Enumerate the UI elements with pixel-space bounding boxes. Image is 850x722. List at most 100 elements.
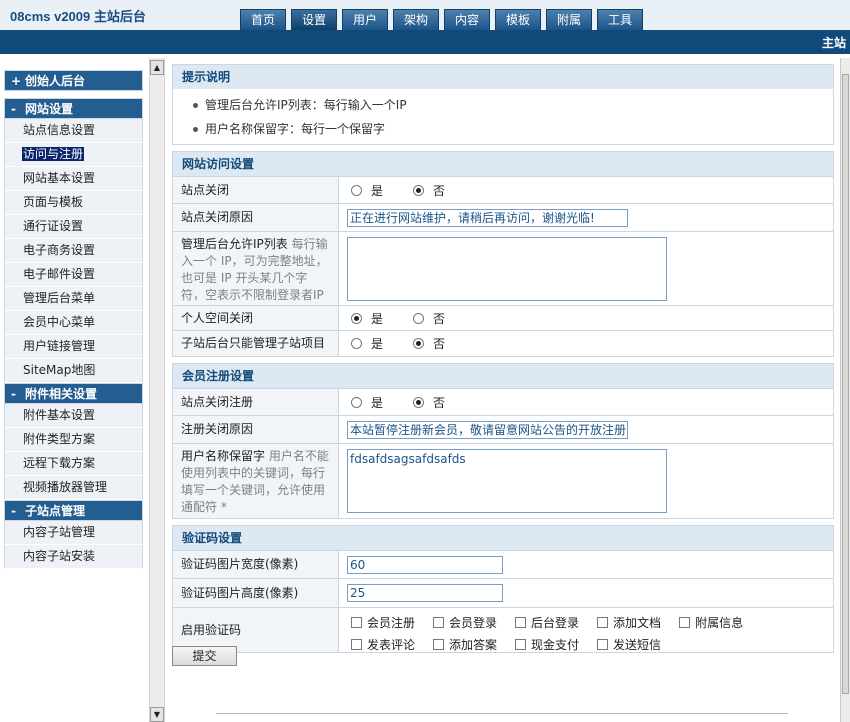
sidebar-item-basic-settings[interactable]: 网站基本设置 [4, 167, 143, 191]
checkbox-label: 发表评论 [367, 637, 416, 652]
sidebar-item-passport[interactable]: 通行证设置 [4, 215, 143, 239]
scrollbar-thumb[interactable] [842, 74, 849, 694]
group-title: 附件相关设置 [25, 387, 98, 401]
sidebar-item-label: 远程下载方案 [23, 456, 96, 470]
captcha-add-document-checkbox[interactable]: 添加文档 [593, 611, 661, 633]
submit-button[interactable]: 提交 [172, 646, 237, 666]
checkbox-label: 后台登录 [531, 615, 580, 630]
captcha-options: 会员注册 会员登录 后台登录 添加文档 附属信息 发表评论 添加答案 现金支付 … [347, 608, 827, 655]
radio-label: 是 [371, 395, 384, 410]
sidebar-item-label: 通行证设置 [23, 219, 84, 233]
captcha-member-login-checkbox[interactable]: 会员登录 [429, 611, 497, 633]
scroll-up-icon[interactable]: ▲ [150, 60, 164, 75]
sidebar-group-attachments[interactable]: - 附件相关设置 [4, 383, 143, 404]
radio-checked-icon [413, 338, 425, 349]
sidebar-item-label: 访问与注册 [22, 147, 85, 161]
sidebar-item-subsite-manage[interactable]: 内容子站管理 [4, 521, 143, 545]
captcha-height-input[interactable]: 25 [347, 584, 503, 602]
radio-checked-icon [351, 312, 362, 324]
reg-closed-yes-radio[interactable]: 是 [351, 394, 383, 411]
expand-icon: + [11, 74, 22, 88]
reserved-words-textarea[interactable]: fdsafdsagsafdsafds [347, 449, 667, 513]
tab-home[interactable]: 首页 [240, 9, 286, 30]
reg-reason-row: 注册关闭原因 本站暂停注册新会员，敬请留意网站公告的开放注册 [173, 415, 833, 443]
top-header: 08cms v2009 主站后台 首页 设置 用户 架构 内容 模板 附属 工具 [0, 0, 850, 30]
reg-closed-no-radio[interactable]: 否 [413, 394, 445, 411]
tab-templates[interactable]: 模板 [495, 9, 541, 30]
sidebar-item-remote-download[interactable]: 远程下载方案 [4, 452, 143, 476]
sidebar-item-ecommerce[interactable]: 电子商务设置 [4, 239, 143, 263]
tab-content[interactable]: 内容 [444, 9, 490, 30]
sidebar-item-access-register[interactable]: 访问与注册 [4, 143, 143, 167]
sidebar-item-email[interactable]: 电子邮件设置 [4, 263, 143, 287]
radio-label: 是 [371, 183, 384, 198]
sidebar-item-admin-menu[interactable]: 管理后台菜单 [4, 287, 143, 311]
checkbox-icon [597, 638, 609, 650]
field-label: 验证码图片高度(像素) [173, 579, 339, 607]
tips-list: 管理后台允许IP列表：每行输入一个IP 用户名称保留字：每行一个保留字 [173, 89, 833, 144]
sidebar-item-member-menu[interactable]: 会员中心菜单 [4, 311, 143, 335]
tab-attachments[interactable]: 附属 [546, 9, 592, 30]
ip-list-textarea[interactable] [347, 237, 667, 301]
sidebar-item-user-links[interactable]: 用户链接管理 [4, 335, 143, 359]
sidebar-item-pages-templates[interactable]: 页面与模板 [4, 191, 143, 215]
tab-tools[interactable]: 工具 [597, 9, 643, 30]
captcha-add-answer-checkbox[interactable]: 添加答案 [429, 633, 497, 655]
captcha-cash-payment-checkbox[interactable]: 现金支付 [511, 633, 579, 655]
scroll-down-icon[interactable]: ▼ [150, 707, 164, 722]
sidebar-item-subsite-install[interactable]: 内容子站安装 [4, 545, 143, 569]
tab-structure[interactable]: 架构 [393, 9, 439, 30]
sidebar-item-video-player[interactable]: 视频播放器管理 [4, 476, 143, 500]
field-label: 站点关闭 [173, 177, 339, 203]
sidebar-item-site-info[interactable]: 站点信息设置 [4, 119, 143, 143]
group-title: 创始人后台 [25, 74, 86, 88]
captcha-attached-info-checkbox[interactable]: 附属信息 [675, 611, 743, 633]
tab-settings[interactable]: 设置 [291, 9, 337, 30]
collapse-icon: - [11, 102, 16, 116]
checkbox-icon [433, 616, 445, 628]
field-label: 站点关闭原因 [173, 204, 339, 231]
list-item: 管理后台允许IP列表：每行输入一个IP [191, 94, 833, 118]
field-label: 用户名称保留字 用户名不能使用列表中的关键词，每行填写一个关键词，允许使用通配符… [173, 444, 339, 518]
subsite-only-row: 子站后台只能管理子站项目 是 否 [173, 330, 833, 356]
subsite-only-no-radio[interactable]: 否 [413, 335, 445, 352]
reg-reason-input[interactable]: 本站暂停注册新会员，敬请留意网站公告的开放注册 [347, 420, 628, 439]
space-closed-no-radio[interactable]: 否 [413, 310, 445, 327]
sidebar-group-subsites[interactable]: - 子站点管理 [4, 500, 143, 521]
sidebar-group-site-settings[interactable]: - 网站设置 [4, 98, 143, 119]
radio-label: 否 [433, 337, 446, 351]
radio-label: 否 [433, 183, 446, 198]
sidebar-group-founder[interactable]: + 创始人后台 [4, 70, 143, 91]
captcha-post-comment-checkbox[interactable]: 发表评论 [347, 633, 415, 655]
radio-label: 是 [371, 337, 384, 351]
subsite-only-yes-radio[interactable]: 是 [351, 335, 383, 352]
page-scrollbar[interactable] [840, 58, 850, 722]
sidebar-item-label: 电子商务设置 [23, 243, 96, 257]
sidebar-item-attach-basic[interactable]: 附件基本设置 [4, 404, 143, 428]
sidebar-item-attach-types[interactable]: 附件类型方案 [4, 428, 143, 452]
checkbox-label: 附属信息 [695, 615, 744, 630]
frame-scrollbar[interactable]: ▲ ▼ [149, 58, 165, 722]
captcha-width-input[interactable]: 60 [347, 555, 503, 574]
tab-users[interactable]: 用户 [342, 9, 388, 30]
field-label: 注册关闭原因 [173, 416, 339, 443]
header-bar: 主站 [0, 30, 850, 54]
site-closed-yes-radio[interactable]: 是 [351, 182, 383, 199]
reserved-words-row: 用户名称保留字 用户名不能使用列表中的关键词，每行填写一个关键词，允许使用通配符… [173, 443, 833, 518]
collapse-icon: - [11, 387, 16, 401]
site-closed-row: 站点关闭 是 否 [173, 176, 833, 203]
captcha-admin-login-checkbox[interactable]: 后台登录 [511, 611, 579, 633]
radio-label: 是 [371, 311, 384, 326]
checkbox-icon [597, 616, 609, 628]
radio-icon [413, 312, 425, 324]
site-closed-no-radio[interactable]: 否 [413, 182, 445, 199]
field-label-text: 管理后台允许IP列表 [181, 237, 288, 251]
close-reason-input[interactable]: 正在进行网站维护，请稍后再访问，谢谢光临! [347, 208, 628, 227]
captcha-member-register-checkbox[interactable]: 会员注册 [347, 611, 415, 633]
main-content: 提示说明 管理后台允许IP列表：每行输入一个IP 用户名称保留字：每行一个保留字… [172, 64, 834, 659]
footer-divider [216, 713, 788, 714]
captcha-send-sms-checkbox[interactable]: 发送短信 [593, 633, 661, 655]
space-closed-yes-radio[interactable]: 是 [351, 310, 383, 327]
sidebar-item-sitemap[interactable]: SiteMap地图 [4, 359, 143, 383]
group-title: 子站点管理 [25, 504, 86, 518]
